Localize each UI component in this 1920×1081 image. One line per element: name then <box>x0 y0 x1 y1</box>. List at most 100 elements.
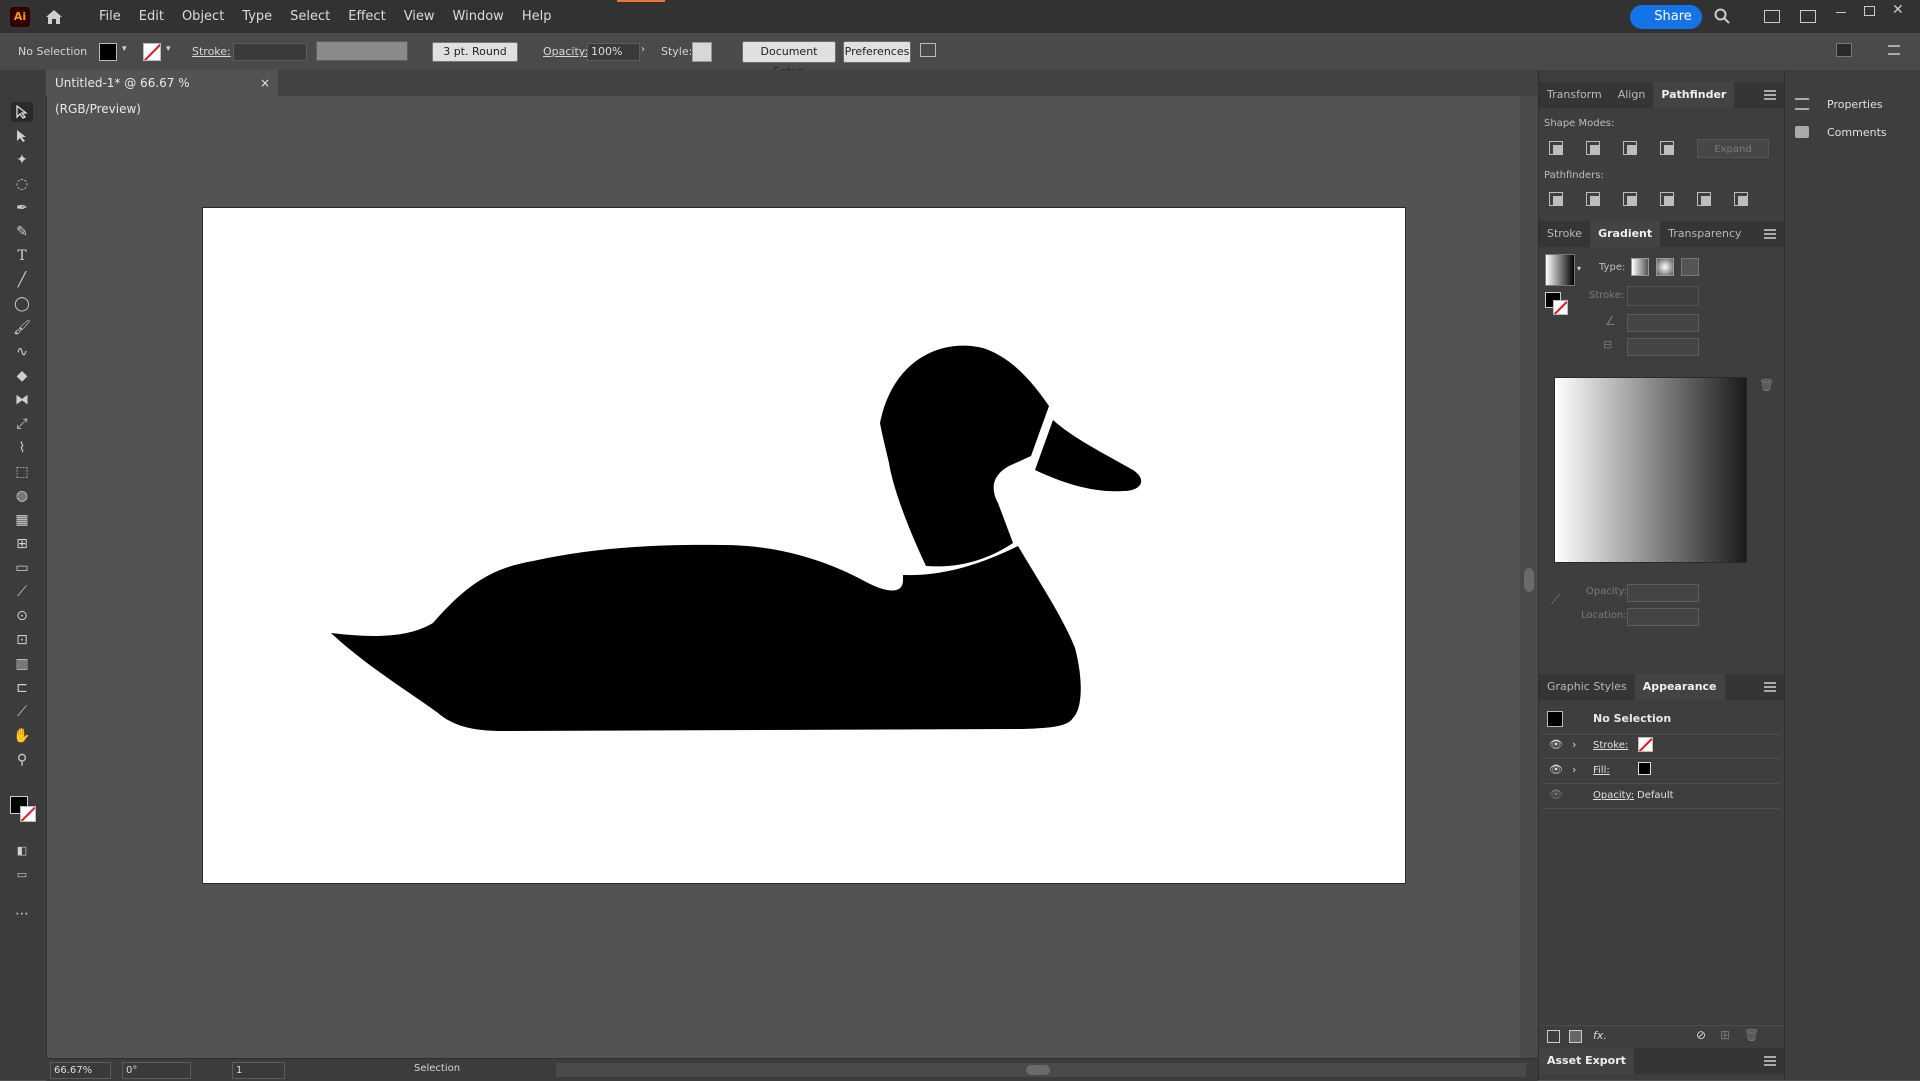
intersect-icon[interactable] <box>1623 141 1637 155</box>
clear-appearance-icon[interactable]: ⊘ <box>1696 1028 1706 1042</box>
gradient-preview-swatch[interactable] <box>1545 254 1575 286</box>
scroll-thumb[interactable] <box>1524 568 1534 592</box>
expand-button[interactable]: Expand <box>1697 139 1769 158</box>
tab-document[interactable]: Untitled-1* @ 66.67 % (RGB/Preview) × <box>46 70 278 116</box>
chevron-down-icon[interactable]: ▾ <box>166 44 171 54</box>
artboard[interactable] <box>202 207 1406 884</box>
artboard-tool-icon[interactable]: ⊏ <box>11 678 33 698</box>
add-stroke-icon[interactable] <box>1547 1030 1560 1043</box>
gradient-slider-preview[interactable] <box>1554 377 1747 563</box>
gradient-stroke-swatch[interactable] <box>1553 300 1568 315</box>
perspective-grid-tool-icon[interactable]: ▦ <box>11 510 33 530</box>
rotation-field[interactable]: 0° <box>122 1062 191 1079</box>
menu-type[interactable]: Type <box>233 0 281 33</box>
lasso-tool-icon[interactable]: ◌ <box>11 174 33 194</box>
visibility-eye-icon[interactable]: 👁 <box>1549 788 1563 801</box>
variable-width-field[interactable] <box>316 41 408 61</box>
close-tab-icon[interactable]: × <box>260 70 270 96</box>
vertical-scrollbar[interactable] <box>1520 96 1538 1058</box>
arrange-icon[interactable] <box>920 43 936 57</box>
blend-tool-icon[interactable]: ⊙ <box>11 606 33 626</box>
opacity-field[interactable]: 100% <box>587 43 640 61</box>
screen-mode-icon[interactable]: ▭ <box>11 864 33 884</box>
style-swatch[interactable] <box>692 42 712 62</box>
appearance-opacity-label[interactable]: Opacity: <box>1593 790 1634 801</box>
shaper-tool-icon[interactable]: ∿ <box>11 342 33 362</box>
eraser-tool-icon[interactable]: ◆ <box>11 366 33 386</box>
trim-icon[interactable] <box>1586 192 1600 206</box>
visibility-eye-icon[interactable]: 👁 <box>1549 763 1563 776</box>
eyedropper-tool-icon[interactable]: ⟋ <box>11 582 33 602</box>
brush-definition[interactable]: 3 pt. Round <box>432 42 518 62</box>
draw-mode-icon[interactable]: ◧ <box>11 840 33 860</box>
gradient-opacity-field[interactable] <box>1627 584 1699 602</box>
shape-builder-tool-icon[interactable]: ◍ <box>11 486 33 506</box>
workspace-icon[interactable] <box>1764 10 1780 23</box>
tab-pathfinder[interactable]: Pathfinder <box>1653 82 1735 108</box>
hand-tool-icon[interactable]: ✋ <box>11 726 33 746</box>
gradient-tool-icon[interactable]: ▭ <box>11 558 33 578</box>
fill-swatch[interactable] <box>99 43 117 61</box>
tab-stroke[interactable]: Stroke <box>1539 221 1590 247</box>
stroke-swatch[interactable] <box>143 43 161 61</box>
mesh-tool-icon[interactable]: ⊞ <box>11 534 33 554</box>
maximize-icon[interactable] <box>1864 6 1875 16</box>
chevron-down-icon[interactable]: ▾ <box>122 44 127 54</box>
appearance-fill-swatch[interactable] <box>1638 762 1651 775</box>
free-transform-tool-icon[interactable]: ⬚ <box>11 462 33 482</box>
paintbrush-tool-icon[interactable]: 🖌 <box>11 318 33 338</box>
panel-menu-icon[interactable] <box>1764 229 1776 239</box>
minus-front-icon[interactable] <box>1586 141 1600 155</box>
scale-tool-icon[interactable]: ⤢ <box>11 414 33 434</box>
type-tool-icon[interactable]: T <box>11 246 33 266</box>
slice-tool-icon[interactable]: ⟋ <box>11 702 33 722</box>
crop-icon[interactable] <box>1660 192 1674 206</box>
column-graph-tool-icon[interactable]: ▥ <box>11 654 33 674</box>
zoom-field[interactable]: 66.67% <box>50 1062 111 1079</box>
menu-effect[interactable]: Effect <box>339 0 394 33</box>
stroke-color-swatch[interactable] <box>20 806 36 822</box>
eyedropper-icon[interactable]: ⟋ <box>1551 592 1561 608</box>
hscroll-thumb[interactable] <box>1026 1065 1050 1075</box>
direct-selection-tool-icon[interactable] <box>11 126 33 146</box>
curvature-tool-icon[interactable]: ✎ <box>11 222 33 242</box>
properties-item[interactable]: Properties <box>1795 96 1915 116</box>
line-tool-icon[interactable]: ╱ <box>11 270 33 290</box>
chevron-down-icon[interactable]: ▾ <box>1577 264 1581 273</box>
search-icon[interactable] <box>1714 8 1730 24</box>
tab-align[interactable]: Align <box>1610 82 1654 108</box>
exclude-icon[interactable] <box>1660 141 1674 155</box>
horizontal-scrollbar[interactable] <box>556 1063 1526 1077</box>
minimize-icon[interactable] <box>1836 12 1846 13</box>
merge-icon[interactable] <box>1623 192 1637 206</box>
menu-help[interactable]: Help <box>513 0 561 33</box>
linear-gradient-icon[interactable] <box>1631 258 1649 276</box>
angle-field[interactable] <box>1627 314 1699 332</box>
fx-icon[interactable]: fx. <box>1593 1029 1607 1042</box>
tab-appearance[interactable]: Appearance <box>1634 674 1725 700</box>
warp-tool-icon[interactable]: ⌇ <box>11 438 33 458</box>
menu-file[interactable]: File <box>90 0 130 33</box>
panel-menu-icon[interactable] <box>1764 90 1776 100</box>
align-icon[interactable] <box>1836 43 1852 57</box>
share-button[interactable]: Share <box>1630 5 1702 29</box>
tab-transparency[interactable]: Transparency <box>1660 221 1749 247</box>
list-icon[interactable] <box>1888 45 1900 55</box>
delete-item-icon[interactable]: 🗑 <box>1744 1028 1759 1042</box>
tab-graphic-styles[interactable]: Graphic Styles <box>1539 674 1635 700</box>
appearance-fill-label[interactable]: Fill: <box>1593 765 1610 776</box>
chevron-right-icon[interactable]: › <box>641 44 645 55</box>
appearance-stroke-label[interactable]: Stroke: <box>1593 740 1628 751</box>
artboard-field[interactable]: 1 <box>232 1062 285 1079</box>
appearance-stroke-swatch[interactable] <box>1638 737 1653 752</box>
outline-icon[interactable] <box>1697 192 1711 206</box>
delete-stop-icon[interactable]: 🗑 <box>1759 378 1774 392</box>
selection-tool-icon[interactable] <box>11 102 33 122</box>
menu-select[interactable]: Select <box>281 0 339 33</box>
zoom-tool-icon[interactable]: ⚲ <box>11 750 33 770</box>
panel-menu-icon[interactable] <box>1764 682 1776 692</box>
document-setup-button[interactable]: Document Setup <box>742 41 836 78</box>
menu-edit[interactable]: Edit <box>130 0 173 33</box>
home-icon[interactable] <box>44 7 64 27</box>
gradient-location-field[interactable] <box>1627 608 1699 626</box>
